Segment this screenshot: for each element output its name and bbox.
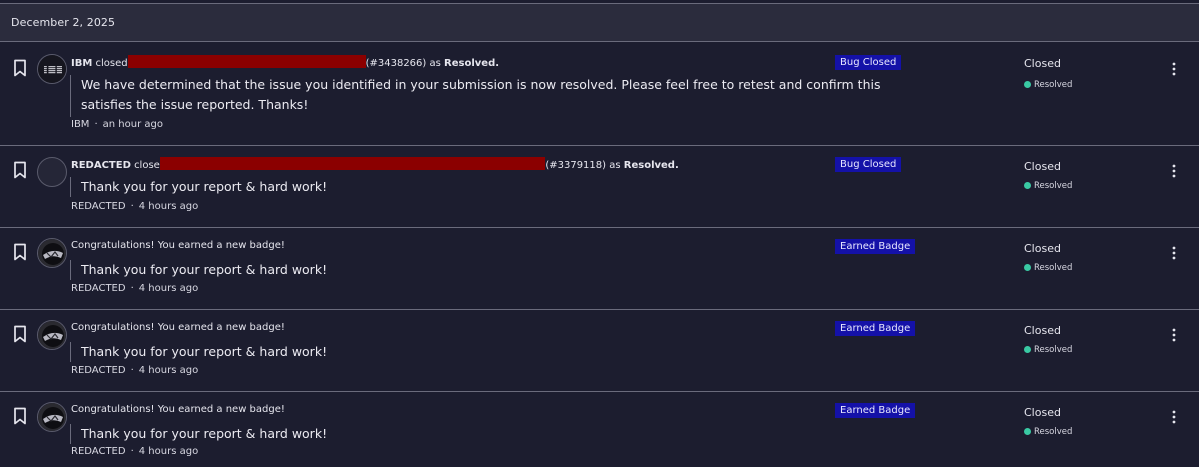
meta-time: 4 hours ago: [138, 201, 199, 212]
substatus-text: Resolved: [1034, 181, 1073, 191]
status-label: Closed: [1024, 57, 1061, 70]
meta-author[interactable]: REDACTED: [71, 201, 126, 212]
redacted-report-title: [160, 157, 546, 170]
message-line: Thank you for your report & hard work!: [81, 344, 328, 359]
activity-row: Congratulations! You earned a new badge!…: [0, 228, 1199, 310]
message-line: Thank you for your report & hard work!: [81, 262, 328, 277]
substatus-text: Resolved: [1034, 427, 1073, 437]
blank-avatar[interactable]: [37, 157, 67, 187]
status-label: Closed: [1024, 160, 1061, 173]
as-text: as: [609, 160, 621, 171]
bookmark-icon[interactable]: [12, 59, 28, 77]
meta-time: 4 hours ago: [138, 283, 199, 294]
substatus-text: Resolved: [1034, 345, 1073, 355]
status-label: Closed: [1024, 406, 1061, 419]
activity-title: Congratulations! You earned a new badge!: [71, 240, 285, 251]
redacted-report-title: [127, 55, 366, 68]
message-line: satisfies the issue reported. Thanks!: [81, 97, 309, 112]
status-label: Closed: [1024, 324, 1061, 337]
resolved-dot-icon: [1024, 263, 1031, 271]
activity-row: IBM closed (#3438266) as Resolved. We hav…: [0, 43, 1199, 146]
activity-message: We have determined that the issue you id…: [70, 75, 881, 117]
activity-message: Thank you for your report & hard work!: [70, 260, 327, 280]
resolved-dot-icon: [1024, 345, 1031, 353]
resolved-dot-icon: [1024, 80, 1031, 88]
activity-meta: REDACTED · 4 hours ago: [71, 365, 199, 376]
message-line: We have determined that the issue you id…: [81, 77, 881, 92]
activity-message: Thank you for your report & hard work!: [70, 177, 327, 197]
badge-avatar[interactable]: [37, 402, 67, 432]
bookmark-icon[interactable]: [12, 325, 28, 343]
activity-feed: December 2, 2025 IBM closed (#3438266) a…: [0, 0, 1199, 467]
meta-author[interactable]: REDACTED: [71, 446, 126, 457]
resolution-state: Resolved.: [623, 160, 679, 171]
more-options-icon[interactable]: [1170, 328, 1178, 342]
activity-tag: Bug Closed: [835, 55, 902, 70]
ibm-logo-avatar[interactable]: [37, 54, 67, 84]
activity-meta: REDACTED · 4 hours ago: [71, 283, 199, 294]
bookmark-icon[interactable]: [12, 161, 28, 179]
resolved-dot-icon: [1024, 181, 1031, 189]
status-label: Closed: [1024, 242, 1061, 255]
meta-author[interactable]: IBM: [71, 119, 89, 130]
activity-tag: Earned Badge: [835, 321, 916, 336]
more-options-icon[interactable]: [1170, 410, 1178, 424]
message-line: Thank you for your report & hard work!: [81, 426, 328, 441]
resolved-dot-icon: [1024, 427, 1031, 435]
actor-name[interactable]: IBM: [71, 58, 92, 69]
date-label: December 2, 2025: [11, 16, 116, 29]
date-group-header: December 2, 2025: [0, 4, 1199, 42]
more-options-icon[interactable]: [1170, 62, 1178, 76]
meta-author[interactable]: REDACTED: [71, 283, 126, 294]
activity-meta: IBM · an hour ago: [71, 119, 163, 130]
action-verb: closed: [95, 58, 128, 69]
meta-time: 4 hours ago: [138, 446, 199, 457]
substatus-label: Resolved: [1024, 181, 1072, 191]
activity-message: Thank you for your report & hard work!: [70, 424, 327, 444]
activity-row: Congratulations! You earned a new badge!…: [0, 392, 1199, 467]
activity-tag: Earned Badge: [835, 403, 916, 418]
substatus-label: Resolved: [1024, 263, 1072, 273]
activity-meta: REDACTED · 4 hours ago: [71, 201, 199, 212]
bookmark-icon[interactable]: [12, 243, 28, 261]
report-id[interactable]: (#3379118): [545, 160, 606, 171]
substatus-label: Resolved: [1024, 80, 1072, 90]
activity-tag: Earned Badge: [835, 239, 916, 254]
actor-name[interactable]: REDACTED: [71, 160, 131, 171]
more-options-icon[interactable]: [1170, 164, 1178, 178]
meta-time: an hour ago: [102, 119, 163, 130]
activity-title: REDACTED closec (#3379118) as Resolved.: [71, 157, 679, 171]
resolution-state: Resolved.: [444, 58, 500, 69]
substatus-text: Resolved: [1034, 80, 1073, 90]
activity-row: Congratulations! You earned a new badge!…: [0, 310, 1199, 392]
as-text: as: [429, 58, 441, 69]
activity-row: REDACTED closec (#3379118) as Resolved. T…: [0, 146, 1199, 228]
substatus-label: Resolved: [1024, 345, 1072, 355]
activity-title: IBM closed (#3438266) as Resolved.: [71, 55, 499, 69]
report-id[interactable]: (#3438266): [366, 58, 427, 69]
badge-avatar[interactable]: [37, 320, 67, 350]
badge-avatar[interactable]: [37, 238, 67, 268]
meta-time: 4 hours ago: [138, 365, 199, 376]
activity-meta: REDACTED · 4 hours ago: [71, 446, 199, 457]
activity-message: Thank you for your report & hard work!: [70, 342, 327, 362]
activity-tag: Bug Closed: [835, 157, 902, 172]
meta-author[interactable]: REDACTED: [71, 365, 126, 376]
more-options-icon[interactable]: [1170, 246, 1178, 260]
message-line: Thank you for your report & hard work!: [81, 179, 328, 194]
bookmark-icon[interactable]: [12, 407, 28, 425]
substatus-text: Resolved: [1034, 263, 1073, 273]
activity-title: Congratulations! You earned a new badge!: [71, 404, 285, 415]
activity-title: Congratulations! You earned a new badge!: [71, 322, 285, 333]
substatus-label: Resolved: [1024, 427, 1072, 437]
